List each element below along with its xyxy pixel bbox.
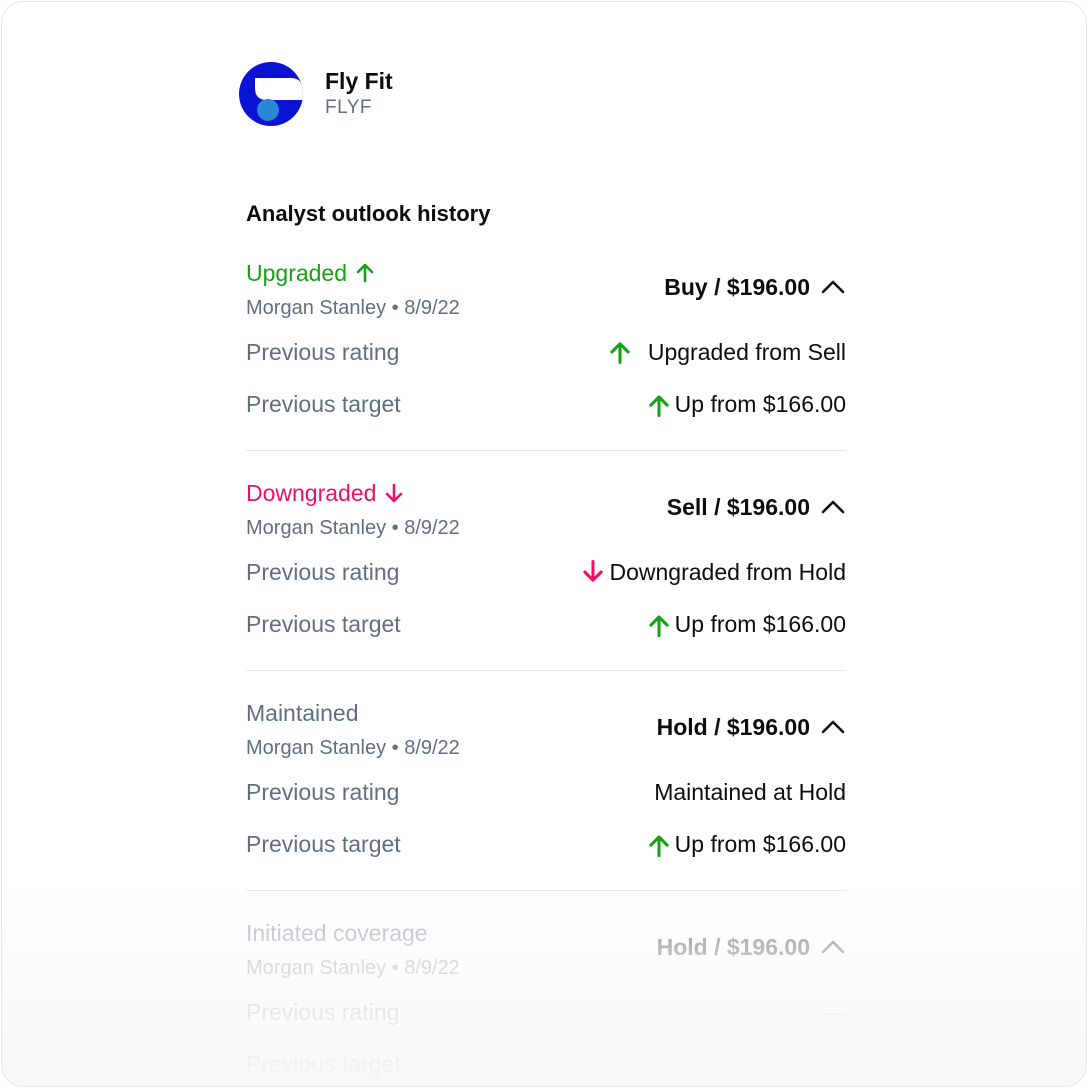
- entry-rating-toggle[interactable]: Sell / $196.00: [667, 492, 846, 522]
- previous-target-label: Previous target: [246, 611, 401, 637]
- outlook-entry-downgraded: Downgraded Morgan Stanley • 8/9/22 Sell …: [246, 478, 846, 678]
- previous-rating-label: Previous rating: [246, 339, 400, 365]
- previous-rating-label: Previous rating: [246, 999, 400, 1025]
- entry-rating: Hold / $196.00: [656, 934, 810, 960]
- previous-rating-row: Previous rating Downgraded from Hold: [246, 556, 846, 588]
- chevron-up-icon[interactable]: [820, 497, 846, 517]
- chevron-up-icon[interactable]: [820, 937, 846, 957]
- entry-meta: Morgan Stanley • 8/9/22: [246, 517, 460, 539]
- previous-rating-value: Upgraded from Sell: [606, 336, 846, 368]
- previous-target-value: Up from $166.00: [645, 828, 846, 860]
- previous-rating-row: Previous rating —: [246, 996, 846, 1028]
- entry-action-label: Initiated coverage: [246, 920, 428, 946]
- arrow-up-icon: [645, 610, 673, 638]
- entry-action-label: Maintained: [246, 700, 359, 726]
- previous-target-label: Previous target: [246, 1051, 401, 1077]
- entry-action-label: Downgraded: [246, 480, 377, 506]
- outlook-history: Analyst outlook history Upgraded Morgan …: [246, 198, 846, 1077]
- outlook-entry-maintained: Maintained Morgan Stanley • 8/9/22 Hold …: [246, 698, 846, 898]
- entry-action: Downgraded: [246, 478, 406, 508]
- section-title: Analyst outlook history: [246, 201, 491, 226]
- entry-action: Maintained: [246, 698, 359, 728]
- arrow-down-icon: [579, 558, 607, 586]
- previous-target-row: Previous target —: [246, 1048, 846, 1080]
- previous-rating-value: Downgraded from Hold: [579, 556, 846, 588]
- entry-action: Initiated coverage: [246, 918, 428, 948]
- previous-target-row: Previous target Up from $166.00: [246, 388, 846, 420]
- previous-target-label: Previous target: [246, 831, 401, 857]
- company-logo: [239, 62, 303, 126]
- previous-rating-value: —: [823, 999, 846, 1025]
- entry-meta: Morgan Stanley • 8/9/22: [246, 957, 460, 979]
- previous-target-value: Up from $166.00: [645, 608, 846, 640]
- previous-rating-value: Maintained at Hold: [654, 779, 846, 805]
- entry-divider: [246, 670, 846, 671]
- previous-target-value: Up from $166.00: [645, 388, 846, 420]
- entry-rating-toggle[interactable]: Hold / $196.00: [657, 712, 846, 742]
- entry-divider: [246, 890, 846, 891]
- entry-divider: [246, 450, 846, 451]
- entry-action-label: Upgraded: [246, 260, 348, 286]
- outlook-entry-initiated: Initiated coverage Morgan Stanley • 8/9/…: [246, 918, 846, 1086]
- entry-meta: Morgan Stanley • 8/9/22: [246, 297, 460, 319]
- arrow-up-icon: [645, 830, 673, 858]
- previous-target-row: Previous target Up from $166.00: [246, 608, 846, 640]
- previous-rating-row: Previous rating Upgraded from Sell: [246, 336, 846, 368]
- company-header: Fly Fit FLYF: [239, 62, 393, 126]
- entry-rating-toggle[interactable]: Hold / $196.00: [657, 932, 846, 962]
- previous-target-row: Previous target Up from $166.00: [246, 828, 846, 860]
- entry-rating: Sell / $196.00: [666, 494, 810, 520]
- entry-meta: Morgan Stanley • 8/9/22: [246, 737, 460, 759]
- outlook-entry-upgraded: Upgraded Morgan Stanley • 8/9/22 Buy / $…: [246, 258, 846, 458]
- arrow-up-icon: [353, 261, 377, 285]
- chevron-up-icon[interactable]: [820, 717, 846, 737]
- chevron-up-icon[interactable]: [820, 277, 846, 297]
- entry-action: Upgraded: [246, 258, 377, 288]
- entry-rating: Hold / $196.00: [656, 714, 810, 740]
- arrow-down-icon: [382, 481, 406, 505]
- entry-rating-toggle[interactable]: Buy / $196.00: [664, 272, 846, 302]
- entry-rating: Buy / $196.00: [664, 274, 810, 300]
- company-name: Fly Fit: [325, 68, 393, 94]
- previous-rating-label: Previous rating: [246, 779, 400, 805]
- analyst-outlook-card: Fly Fit FLYF Analyst outlook history Upg…: [1, 1, 1087, 1087]
- arrow-up-icon: [606, 338, 634, 366]
- arrow-up-icon: [645, 390, 673, 418]
- previous-target-label: Previous target: [246, 391, 401, 417]
- company-ticker: FLYF: [325, 97, 373, 118]
- previous-rating-row: Previous rating Maintained at Hold: [246, 776, 846, 808]
- previous-rating-label: Previous rating: [246, 559, 400, 585]
- previous-target-value: —: [823, 1051, 846, 1077]
